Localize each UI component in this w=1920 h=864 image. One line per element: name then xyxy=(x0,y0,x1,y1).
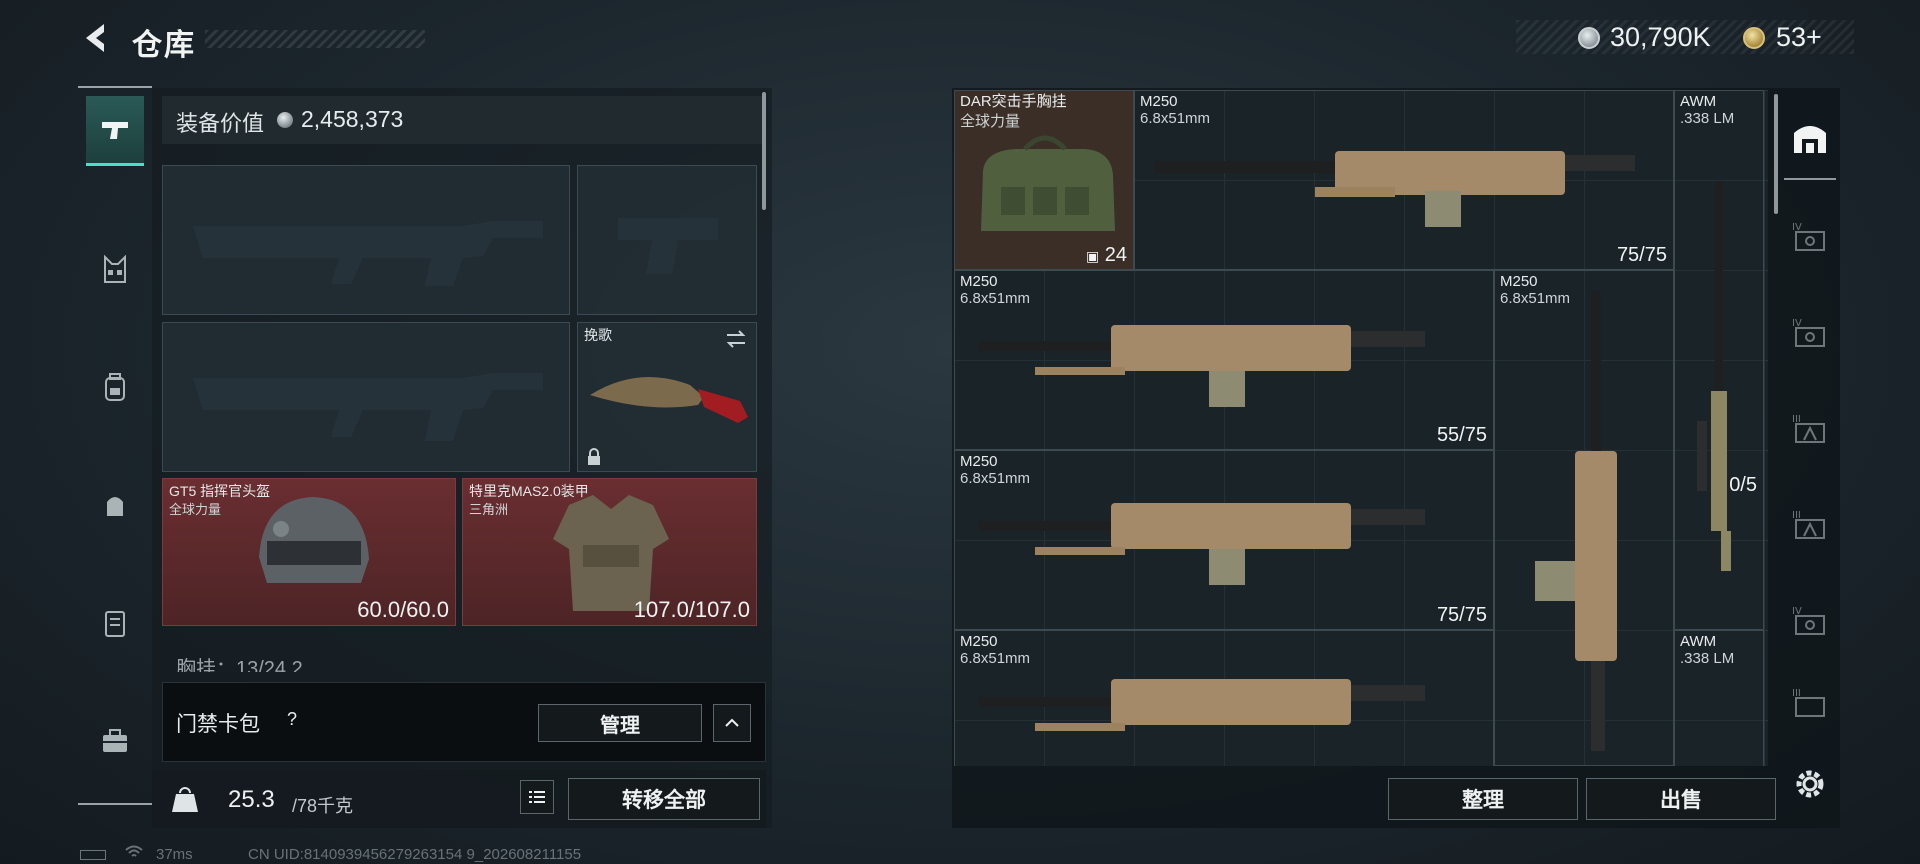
equipment-value: 2,458,373 xyxy=(301,106,404,132)
primary-weapon-slot-1[interactable] xyxy=(162,165,570,315)
category-tab-chest-rig[interactable] xyxy=(86,234,144,304)
rifle-silhouette-icon xyxy=(193,373,543,441)
category-tab-pouch[interactable] xyxy=(86,470,144,540)
storage-tab-4[interactable]: III xyxy=(1784,482,1836,566)
back-button[interactable] xyxy=(78,20,114,56)
equipment-scrollbar[interactable] xyxy=(762,92,766,210)
storage-item[interactable]: M250 6.8x51mm 75/75 xyxy=(1134,90,1674,270)
safe-box-icon: III xyxy=(1792,510,1825,539)
case-icon xyxy=(105,611,125,637)
sort-button[interactable]: 整理 xyxy=(1388,778,1578,820)
chevron-up-icon xyxy=(725,718,739,727)
transfer-all-button[interactable]: 转移全部 xyxy=(568,778,760,820)
armor-slot[interactable]: 特里克MAS2.0装甲 三角洲 107.0/107.0 xyxy=(462,478,757,626)
machine-gun-icon xyxy=(979,679,1425,731)
item-quantity: ▣ 24 xyxy=(1086,244,1127,267)
page-title: 仓库 xyxy=(132,29,196,62)
keycard-case-label: 门禁卡包 xyxy=(176,713,260,736)
list-view-button[interactable] xyxy=(520,780,554,814)
stack-icon: ▣ xyxy=(1085,248,1100,264)
item-quantity: 0/5 xyxy=(1729,474,1757,496)
item-name: AWM xyxy=(1680,633,1717,650)
primary-weapon-slot-2[interactable] xyxy=(162,322,570,472)
item-qty-value: 24 xyxy=(1104,244,1127,266)
safe-box-icon: IV xyxy=(1792,318,1825,347)
category-top-divider xyxy=(78,86,152,88)
storage-tab-2[interactable]: IV xyxy=(1784,290,1836,374)
list-icon xyxy=(529,791,545,803)
armor-durability: 107.0/107.0 xyxy=(633,597,750,622)
item-quantity: 75/75 xyxy=(1616,244,1667,266)
sell-button[interactable]: 出售 xyxy=(1586,778,1776,820)
category-tab-backpack[interactable] xyxy=(86,352,144,422)
lock-icon xyxy=(588,448,600,465)
storage-tab-6[interactable]: III xyxy=(1784,674,1836,730)
wifi-icon xyxy=(124,844,144,863)
melee-slot[interactable]: 挽歌 xyxy=(577,322,757,472)
pistol-icon xyxy=(102,121,128,139)
storage-item[interactable]: AWM .338 LM 0/5 xyxy=(1674,90,1764,630)
sidearm-slot[interactable] xyxy=(577,165,757,315)
item-quantity: 75/75 xyxy=(1436,604,1487,626)
title-decoration xyxy=(205,30,425,48)
storage-tab-5[interactable]: IV xyxy=(1784,578,1836,662)
item-sub: .338 LM xyxy=(1680,650,1735,667)
equipment-value-label: 装备价值 xyxy=(176,111,265,136)
safe-box-icon: III xyxy=(1792,688,1825,717)
hafcoin-icon xyxy=(1578,27,1600,49)
storage-scrollbar[interactable] xyxy=(1774,94,1778,214)
storage-item[interactable]: AWM .338 LM xyxy=(1674,630,1764,766)
premium-currency-amount[interactable]: 53+ xyxy=(1776,22,1822,53)
pouch-icon xyxy=(107,497,123,516)
ping-text: 37ms xyxy=(156,846,193,863)
chest-rig-label: 胸挂：13/24 2 xyxy=(176,658,303,672)
category-tab-container[interactable] xyxy=(86,588,144,658)
weight-current: 25.3 xyxy=(228,786,275,813)
category-tab-toolbox[interactable] xyxy=(86,706,144,776)
weight-max: /78千克 xyxy=(292,796,354,816)
currency-amount[interactable]: 30,790K xyxy=(1610,22,1711,53)
hafcoin-icon xyxy=(277,112,293,128)
manage-button[interactable]: 管理 xyxy=(538,704,702,742)
category-tab-weapons[interactable] xyxy=(86,96,144,166)
rifle-silhouette-icon xyxy=(193,221,543,286)
chest-rig-icon xyxy=(104,254,126,283)
storage-item[interactable]: M250 6.8x51mm 75/75 xyxy=(954,450,1494,630)
safe-box-icon: IV xyxy=(1792,606,1825,635)
backpack-icon xyxy=(105,373,125,401)
back-arrow-icon xyxy=(86,24,104,52)
machine-gun-icon xyxy=(1155,151,1635,227)
machine-gun-vertical-icon xyxy=(1535,291,1617,751)
machine-gun-icon xyxy=(979,503,1425,585)
storage-item[interactable]: M250 6.8x51mm 55/75 xyxy=(954,270,1494,450)
storage-grid: DAR突击手胸挂 全球力量 ▣ 24 M250 6.8x51mm 75/75 A… xyxy=(954,90,1768,766)
machine-gun-icon xyxy=(979,325,1425,407)
storage-tab-3[interactable]: III xyxy=(1784,386,1836,470)
safe-box-icon: IV xyxy=(1792,222,1825,251)
helmet-slot[interactable]: GT5 指挥官头盔 全球力量 60.0/60.0 xyxy=(162,478,456,626)
storage-tab-1[interactable]: IV xyxy=(1784,194,1836,278)
battery-icon xyxy=(80,850,106,860)
weight-kg-icon xyxy=(172,787,198,812)
collapse-button[interactable] xyxy=(713,704,751,742)
category-bottom-divider xyxy=(78,803,152,805)
help-icon[interactable]: ? xyxy=(280,709,304,733)
safe-box-icon: III xyxy=(1792,414,1825,443)
kukri-knife-icon xyxy=(590,377,748,423)
sniper-rifle-icon xyxy=(1697,181,1731,571)
storage-tab-main[interactable] xyxy=(1784,96,1836,180)
uid-text: CN UID:8140939456279263154 9_20260821115… xyxy=(248,846,582,863)
premium-coin-icon xyxy=(1743,27,1765,49)
toolbox-icon xyxy=(103,729,127,752)
storage-item[interactable]: M250 6.8x51mm xyxy=(954,630,1494,766)
warehouse-icon xyxy=(1794,126,1826,153)
storage-item[interactable]: M250 6.8x51mm xyxy=(1494,270,1674,766)
gear-icon[interactable] xyxy=(1790,764,1830,804)
helmet-durability: 60.0/60.0 xyxy=(357,597,449,622)
pistol-silhouette-icon xyxy=(618,218,718,274)
item-quantity: 55/75 xyxy=(1436,424,1487,446)
storage-item[interactable]: DAR突击手胸挂 全球力量 ▣ 24 xyxy=(954,90,1134,270)
